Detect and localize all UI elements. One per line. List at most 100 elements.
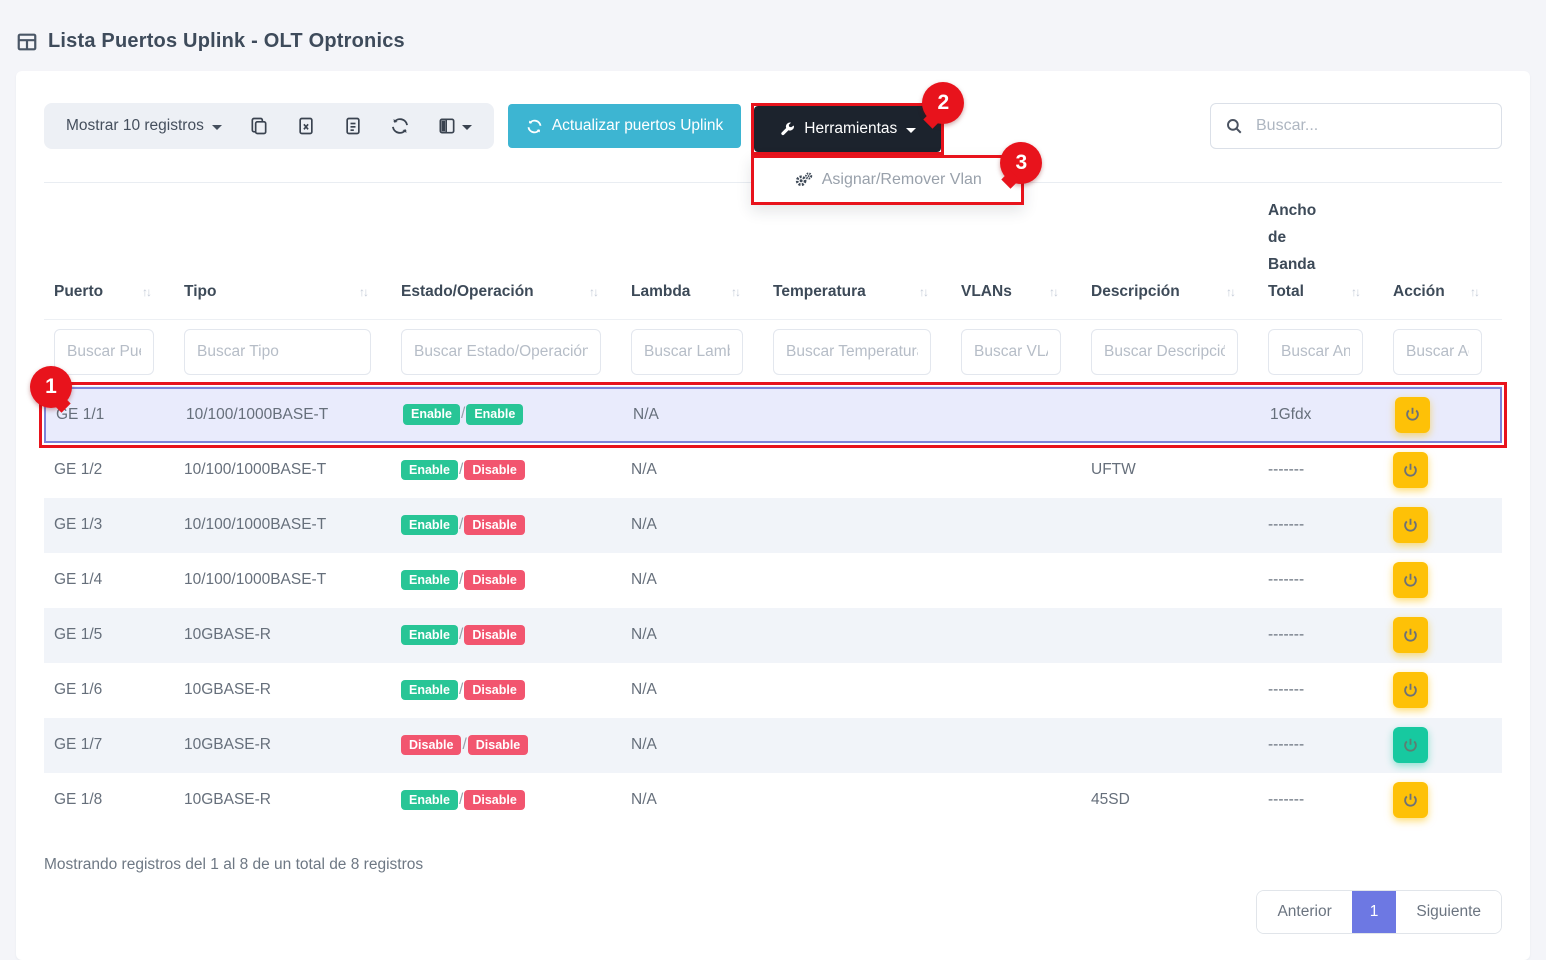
column-label: Acción — [1393, 278, 1445, 305]
cell-vlans — [951, 627, 1081, 643]
cell-ancho-banda: ------- — [1258, 508, 1383, 542]
column-visibility-button[interactable] — [437, 116, 472, 136]
filter-input-puerto[interactable] — [54, 329, 154, 375]
cell-puerto: GE 1/5 — [44, 618, 174, 652]
cell-descripcion: 45SD — [1081, 783, 1258, 817]
sort-icon[interactable]: ↑↓ — [589, 282, 597, 306]
reload-table-button[interactable] — [390, 116, 410, 136]
power-icon — [1402, 627, 1419, 644]
power-icon — [1402, 572, 1419, 589]
export-excel-button[interactable] — [296, 116, 316, 136]
cell-vlans — [951, 517, 1081, 533]
filter-input-descripcion[interactable] — [1091, 329, 1238, 375]
filter-input-ancho[interactable] — [1268, 329, 1363, 375]
table-row[interactable]: GE 1/2 10/100/1000BASE-T Enable/Disable … — [44, 443, 1502, 498]
filter-input-accion[interactable] — [1393, 329, 1482, 375]
table-row[interactable]: GE 1/6 10GBASE-R Enable/Disable N/A ----… — [44, 663, 1502, 718]
cell-puerto: GE 1/7 — [44, 728, 174, 762]
cell-temperatura — [763, 627, 951, 643]
cell-accion — [1383, 719, 1502, 771]
next-page-button[interactable]: Siguiente — [1396, 891, 1501, 933]
sort-icon[interactable]: ↑↓ — [1049, 282, 1057, 306]
file-text-icon — [343, 116, 363, 136]
power-toggle-button[interactable] — [1395, 397, 1430, 433]
menu-item-assign-remove-vlan[interactable]: Asignar/Remover Vlan — [754, 158, 1021, 202]
cell-puerto: GE 1/6 — [44, 673, 174, 707]
sort-icon[interactable]: ↑↓ — [1226, 282, 1234, 306]
cell-estado-operacion: Enable/Disable — [391, 562, 621, 599]
cell-puerto: GE 1/2 — [44, 453, 174, 487]
cell-descripcion — [1081, 572, 1258, 588]
sort-icon[interactable]: ↑↓ — [1470, 282, 1478, 306]
column-header-accion[interactable]: Acción ↑↓ — [1383, 183, 1502, 319]
sort-icon[interactable]: ↑↓ — [731, 282, 739, 306]
column-label: Estado/Operación — [401, 278, 534, 305]
search-icon — [1225, 117, 1243, 135]
cell-tipo: 10GBASE-R — [174, 618, 391, 652]
page-number-button[interactable]: 1 — [1352, 891, 1397, 933]
tools-dropdown-button[interactable]: Herramientas — [754, 106, 941, 152]
filter-input-temperatura[interactable] — [773, 329, 931, 375]
update-uplink-ports-button[interactable]: Actualizar puertos Uplink — [508, 104, 741, 148]
cell-ancho-banda: ------- — [1258, 453, 1383, 487]
cell-ancho-banda: 1Gfdx — [1260, 398, 1385, 432]
excel-file-icon — [296, 116, 316, 136]
table-row[interactable]: GE 1/5 10GBASE-R Enable/Disable N/A ----… — [44, 608, 1502, 663]
table-row[interactable]: GE 1/4 10/100/1000BASE-T Enable/Disable … — [44, 553, 1502, 608]
previous-page-button[interactable]: Anterior — [1257, 891, 1351, 933]
filter-input-estado[interactable] — [401, 329, 601, 375]
search-input[interactable] — [1256, 117, 1487, 135]
operacion-badge: Disable — [464, 680, 524, 701]
power-toggle-button[interactable] — [1393, 617, 1428, 653]
show-entries-dropdown[interactable]: Mostrar 10 registros — [66, 117, 222, 135]
column-header-ancho[interactable]: Ancho de Banda Total↑↓ — [1258, 183, 1383, 319]
cell-lambda: N/A — [621, 563, 763, 597]
cell-lambda: N/A — [621, 673, 763, 707]
pagination-group: Anterior 1 Siguiente — [1256, 890, 1502, 934]
table-row[interactable]: GE 1/7 10GBASE-R Disable/Disable N/A ---… — [44, 718, 1502, 773]
power-icon — [1402, 462, 1419, 479]
update-uplink-ports-label: Actualizar puertos Uplink — [552, 117, 723, 135]
cell-descripcion — [1081, 737, 1258, 753]
power-toggle-button[interactable] — [1393, 452, 1428, 488]
table-row[interactable]: GE 1/3 10/100/1000BASE-T Enable/Disable … — [44, 498, 1502, 553]
table-row[interactable]: GE 1/1 10/100/1000BASE-T Enable/Enable N… — [44, 387, 1502, 443]
copy-button[interactable] — [249, 116, 269, 136]
export-file-button[interactable] — [343, 116, 363, 136]
column-header-puerto[interactable]: Puerto ↑↓ — [44, 183, 174, 319]
table-info: Mostrando registros del 1 al 8 de un tot… — [44, 856, 1502, 874]
table-row[interactable]: GE 1/8 10GBASE-R Enable/Disable N/A 45SD… — [44, 773, 1502, 828]
column-header-lambda[interactable]: Lambda↑↓ — [621, 183, 763, 319]
power-icon — [1402, 737, 1419, 754]
badge-separator: / — [459, 681, 463, 698]
filter-input-lambda[interactable] — [631, 329, 743, 375]
sort-icon[interactable]: ↑↓ — [359, 282, 367, 306]
power-toggle-button[interactable] — [1393, 562, 1428, 598]
filter-input-tipo[interactable] — [184, 329, 371, 375]
cell-tipo: 10/100/1000BASE-T — [174, 453, 391, 487]
column-header-descripcion[interactable]: Descripción↑↓ — [1081, 183, 1258, 319]
column-header-tipo[interactable]: Tipo↑↓ — [174, 183, 391, 319]
sort-icon[interactable]: ↑↓ — [142, 282, 150, 306]
wrench-icon — [779, 121, 795, 137]
cell-puerto: GE 1/3 — [44, 508, 174, 542]
cell-lambda: N/A — [623, 398, 765, 432]
cell-vlans — [951, 682, 1081, 698]
sort-icon[interactable]: ↑↓ — [1351, 282, 1359, 306]
table-controls: Mostrar 10 registros — [44, 103, 494, 149]
search-box — [1210, 103, 1502, 149]
annotation-step-1: 1 — [30, 366, 72, 408]
power-toggle-button[interactable] — [1393, 782, 1428, 818]
filter-input-vlans[interactable] — [961, 329, 1061, 375]
operacion-badge: Disable — [464, 790, 524, 811]
sort-icon[interactable]: ↑↓ — [919, 282, 927, 306]
cell-ancho-banda: ------- — [1258, 783, 1383, 817]
power-toggle-button[interactable] — [1393, 727, 1428, 763]
badge-separator: / — [461, 405, 465, 422]
power-toggle-button[interactable] — [1393, 507, 1428, 543]
column-label: Puerto — [54, 278, 103, 305]
power-toggle-button[interactable] — [1393, 672, 1428, 708]
filter-cell-ancho — [1258, 329, 1383, 375]
cell-lambda: N/A — [621, 728, 763, 762]
column-header-estado[interactable]: Estado/Operación ↑↓ — [391, 183, 621, 319]
